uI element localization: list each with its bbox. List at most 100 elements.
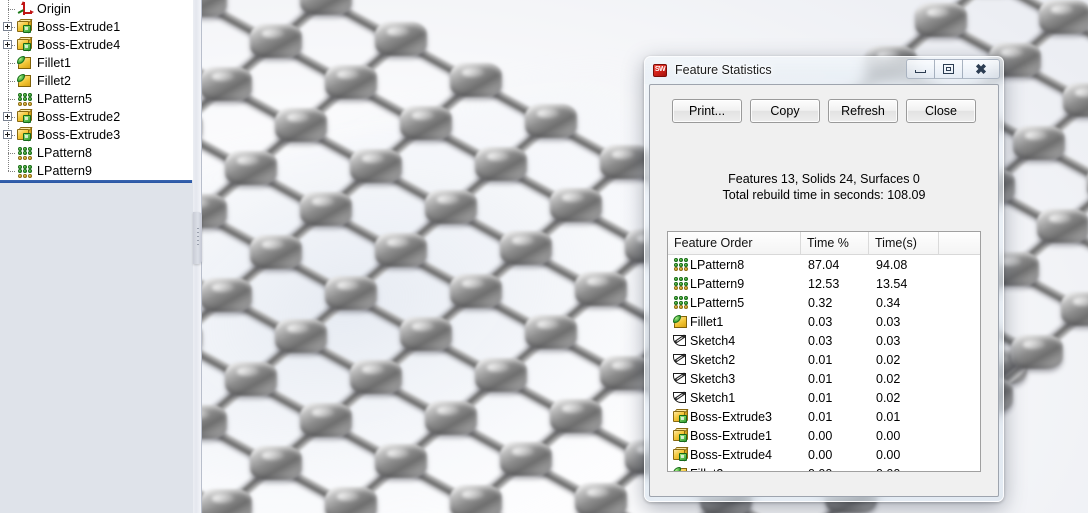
dialog-title-bar[interactable]: Feature Statistics ✖ xyxy=(644,56,1004,84)
solidworks-icon xyxy=(652,62,669,79)
tree-item-fillet2[interactable]: Fillet2 xyxy=(0,72,193,90)
cell-feature: Sketch4 xyxy=(668,331,801,350)
cell-spacer xyxy=(939,464,980,472)
tree-item-lpattern5[interactable]: LPattern5 xyxy=(0,90,193,108)
minimize-button[interactable] xyxy=(906,59,935,79)
tree-connector xyxy=(2,162,16,180)
row-icon xyxy=(672,409,689,425)
splitter-grab-handle[interactable] xyxy=(193,212,202,264)
cell-time-percent: 0.03 xyxy=(801,331,869,350)
tree-item-label: Fillet1 xyxy=(37,56,71,70)
tree-item-origin[interactable]: Origin xyxy=(0,0,193,18)
cell-time-seconds: 94.08 xyxy=(869,255,939,274)
tree-item-label: LPattern9 xyxy=(37,164,92,178)
feature-statistics-dialog[interactable]: Feature Statistics ✖ Print... Copy Refre… xyxy=(644,56,1004,502)
table-row[interactable]: Sketch10.010.02 xyxy=(668,388,980,407)
tree-item-icon xyxy=(16,109,33,125)
cell-feature: Sketch2 xyxy=(668,350,801,369)
tree-item-icon xyxy=(16,55,33,71)
close-window-button[interactable]: ✖ xyxy=(962,59,1000,79)
tree-item-label: LPattern5 xyxy=(37,92,92,106)
feature-name: LPattern5 xyxy=(690,296,744,310)
table-row[interactable]: Fillet20.000.00 xyxy=(668,464,980,472)
cell-feature: Fillet1 xyxy=(668,312,801,331)
table-header-row: Feature OrderTime %Time(s) xyxy=(668,232,980,255)
tree-item-fillet1[interactable]: Fillet1 xyxy=(0,54,193,72)
tree-item-lpattern8[interactable]: LPattern8 xyxy=(0,144,193,162)
table-row[interactable]: Sketch30.010.02 xyxy=(668,369,980,388)
dialog-button-row: Print... Copy Refresh Close xyxy=(650,99,998,123)
cell-spacer xyxy=(939,255,980,274)
table-body[interactable]: LPattern887.0494.08LPattern912.5313.54LP… xyxy=(668,255,980,472)
tree-connector xyxy=(2,54,16,72)
tree-item-boss-extrude4[interactable]: Boss-Extrude4 xyxy=(0,36,193,54)
table-row[interactable]: Boss-Extrude10.000.00 xyxy=(668,426,980,445)
tree-item-lpattern9[interactable]: LPattern9 xyxy=(0,162,193,180)
expand-icon[interactable] xyxy=(3,130,12,139)
feature-name: Sketch2 xyxy=(690,353,735,367)
cell-feature: Boss-Extrude3 xyxy=(668,407,801,426)
copy-button[interactable]: Copy xyxy=(750,99,820,123)
summary-line-rebuild-time: Total rebuild time in seconds: 108.09 xyxy=(650,187,998,203)
feature-statistics-table[interactable]: Feature OrderTime %Time(s) LPattern887.0… xyxy=(667,231,981,472)
cell-feature: LPattern8 xyxy=(668,255,801,274)
table-row[interactable]: Boss-Extrude40.000.00 xyxy=(668,445,980,464)
tree-connector xyxy=(2,108,16,126)
cell-time-percent: 0.00 xyxy=(801,445,869,464)
cell-spacer xyxy=(939,331,980,350)
table-row[interactable]: LPattern912.5313.54 xyxy=(668,274,980,293)
table-row[interactable]: Fillet10.030.03 xyxy=(668,312,980,331)
refresh-button[interactable]: Refresh xyxy=(828,99,898,123)
cell-time-percent: 0.32 xyxy=(801,293,869,312)
row-icon xyxy=(672,352,689,368)
tree-connector xyxy=(2,72,16,90)
feature-manager-tree[interactable]: OriginBoss-Extrude1Boss-Extrude4 Fillet1 F… xyxy=(0,0,193,180)
row-icon xyxy=(672,276,689,292)
feature-name: Sketch3 xyxy=(690,372,735,386)
maximize-button[interactable] xyxy=(934,59,963,79)
row-icon xyxy=(672,447,689,463)
column-header-1[interactable]: Feature Order xyxy=(668,232,801,254)
print-button[interactable]: Print... xyxy=(672,99,742,123)
cell-spacer xyxy=(939,426,980,445)
tree-item-boss-extrude1[interactable]: Boss-Extrude1 xyxy=(0,18,193,36)
table-row[interactable]: LPattern5 0.320.34 xyxy=(668,293,980,312)
expand-icon[interactable] xyxy=(3,40,12,49)
tree-active-underline xyxy=(0,180,192,183)
cell-feature: LPattern5 xyxy=(668,293,801,312)
tree-item-icon xyxy=(16,163,33,179)
feature-name: Boss-Extrude1 xyxy=(690,429,772,443)
column-header-2[interactable]: Time % xyxy=(801,232,869,254)
tree-item-label: Fillet2 xyxy=(37,74,71,88)
row-icon xyxy=(672,371,689,387)
table-row[interactable]: Sketch20.010.02 xyxy=(668,350,980,369)
tree-item-label: Boss-Extrude2 xyxy=(37,110,120,124)
expand-icon[interactable] xyxy=(3,112,12,121)
dialog-title: Feature Statistics xyxy=(675,63,772,77)
cell-time-percent: 0.03 xyxy=(801,312,869,331)
table-row[interactable]: Sketch40.030.03 xyxy=(668,331,980,350)
table-row[interactable]: LPattern887.0494.08 xyxy=(668,255,980,274)
cell-time-seconds: 0.00 xyxy=(869,426,939,445)
table-row[interactable]: Boss-Extrude30.010.01 xyxy=(668,407,980,426)
dialog-body: Print... Copy Refresh Close Features 13,… xyxy=(649,84,999,497)
expand-icon[interactable] xyxy=(3,22,12,31)
cell-feature: Boss-Extrude4 xyxy=(668,445,801,464)
tree-item-boss-extrude2[interactable]: Boss-Extrude2 xyxy=(0,108,193,126)
feature-name: Sketch1 xyxy=(690,391,735,405)
close-button[interactable]: Close xyxy=(906,99,976,123)
cell-time-percent: 0.01 xyxy=(801,350,869,369)
tree-connector xyxy=(2,126,16,144)
cell-time-seconds: 0.34 xyxy=(869,293,939,312)
panel-splitter[interactable] xyxy=(193,0,202,513)
tree-connector xyxy=(2,18,16,36)
tree-connector xyxy=(2,36,16,54)
column-header-4[interactable] xyxy=(939,232,980,254)
row-icon xyxy=(672,333,689,349)
feature-name: Sketch4 xyxy=(690,334,735,348)
cell-time-percent: 12.53 xyxy=(801,274,869,293)
tree-item-boss-extrude3[interactable]: Boss-Extrude3 xyxy=(0,126,193,144)
feature-name: Fillet1 xyxy=(690,315,723,329)
column-header-3[interactable]: Time(s) xyxy=(869,232,939,254)
tree-item-icon xyxy=(16,37,33,53)
